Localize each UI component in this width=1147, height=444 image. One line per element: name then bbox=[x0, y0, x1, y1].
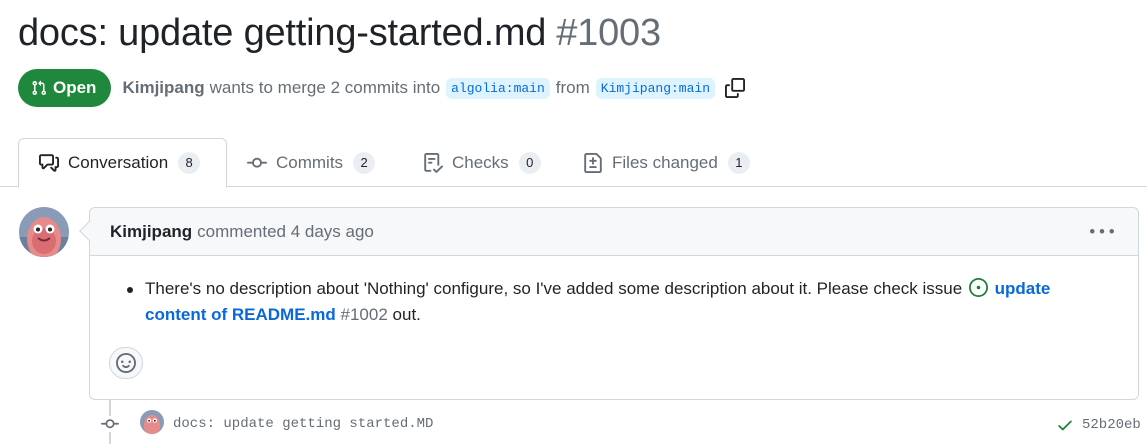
tab-counter: 0 bbox=[518, 151, 541, 174]
avatar[interactable] bbox=[19, 207, 69, 257]
tab-counter: 2 bbox=[353, 151, 376, 174]
comment-text: There's no description about 'Nothing' c… bbox=[145, 279, 963, 298]
commit-author-avatar[interactable] bbox=[140, 410, 164, 434]
tab-label: Conversation bbox=[68, 153, 169, 172]
tab-label: Checks bbox=[452, 152, 509, 172]
list-item: There's no description about 'Nothing' c… bbox=[123, 276, 1083, 328]
issue-number: #1002 bbox=[340, 305, 388, 324]
tab-files-changed[interactable]: Files changed 1 bbox=[583, 138, 750, 187]
comment-timestamp[interactable]: commented 4 days ago bbox=[197, 222, 374, 242]
comment-box: Kimjipang commented 4 days ago There's n… bbox=[79, 207, 1139, 400]
comment-text-tail: out. bbox=[392, 305, 421, 324]
file-diff-icon bbox=[584, 152, 602, 173]
tab-commits[interactable]: Commits 2 bbox=[247, 138, 376, 187]
state-badge: Open bbox=[18, 69, 112, 107]
check-icon[interactable] bbox=[1056, 416, 1074, 434]
bullet bbox=[127, 287, 133, 293]
pr-title-text: docs: update getting-started.md bbox=[18, 12, 547, 54]
pr-tabs: Conversation 8 Commits 2 Checks 0 Files … bbox=[0, 138, 1147, 188]
commit-message-link[interactable]: docs: update getting started.MD bbox=[173, 416, 433, 432]
comment-body: There's no description about 'Nothing' c… bbox=[123, 276, 1083, 328]
git-pull-request-icon bbox=[32, 80, 47, 96]
state-label: Open bbox=[53, 78, 97, 97]
commit-status: 52b20eb bbox=[1056, 416, 1141, 434]
tab-conversation[interactable]: Conversation 8 bbox=[18, 138, 227, 188]
smiley-icon bbox=[116, 353, 136, 373]
copy-icon bbox=[725, 78, 745, 98]
pr-title: docs: update getting-started.md #1003 bbox=[18, 12, 661, 55]
pr-number: #1003 bbox=[556, 12, 661, 54]
tab-label: Files changed bbox=[612, 152, 718, 172]
add-reaction-button[interactable] bbox=[109, 347, 143, 379]
comment-header: Kimjipang commented 4 days ago bbox=[90, 208, 1138, 256]
commit-node bbox=[99, 416, 121, 432]
issue-opened-icon bbox=[968, 278, 988, 297]
head-branch[interactable]: Kimjipang:main bbox=[595, 77, 715, 99]
pr-author-link[interactable]: Kimjipang bbox=[122, 78, 204, 98]
timeline-commit-item: docs: update getting started.MD 52b20eb bbox=[0, 410, 1147, 440]
copy-branch-button[interactable] bbox=[725, 78, 745, 98]
tab-counter: 8 bbox=[178, 152, 201, 174]
from-text: from bbox=[555, 78, 590, 97]
git-commit-icon bbox=[247, 157, 267, 168]
comment-author-link[interactable]: Kimjipang bbox=[110, 222, 192, 242]
tab-checks[interactable]: Checks 0 bbox=[423, 138, 541, 187]
checklist-icon bbox=[424, 152, 443, 173]
merge-text: wants to merge 2 commits into bbox=[209, 78, 441, 97]
tab-counter: 1 bbox=[727, 151, 750, 174]
comment-options-button[interactable] bbox=[1090, 220, 1114, 249]
avatar-image bbox=[140, 410, 164, 434]
pr-meta: Open Kimjipang wants to merge 2 commits … bbox=[18, 68, 745, 108]
comment-discussion-icon bbox=[39, 154, 59, 172]
avatar-image bbox=[19, 207, 69, 257]
git-commit-icon bbox=[101, 419, 119, 429]
base-branch[interactable]: algolia:main bbox=[446, 77, 550, 99]
tab-label: Commits bbox=[276, 152, 344, 172]
kebab-horizontal-icon bbox=[1090, 229, 1114, 234]
commit-sha-link[interactable]: 52b20eb bbox=[1082, 417, 1141, 433]
